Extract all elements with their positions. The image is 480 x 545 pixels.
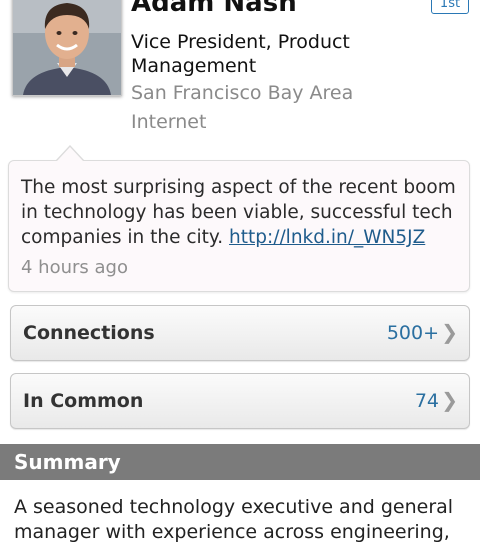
- connection-degree-badge: 1st: [431, 0, 469, 14]
- in-common-row[interactable]: In Common 74 ❯: [10, 373, 470, 429]
- in-common-label: In Common: [23, 390, 144, 412]
- summary-title: Summary: [14, 450, 121, 474]
- connections-count: 500+: [386, 322, 439, 344]
- in-common-count: 74: [414, 390, 439, 412]
- share-pointer-fill: [57, 147, 83, 161]
- chevron-right-icon: ❯: [441, 320, 458, 344]
- profile-name: Adam Nash: [131, 0, 297, 18]
- summary-section-header: Summary: [0, 444, 480, 480]
- profile-industry: Internet: [131, 111, 207, 133]
- share-link[interactable]: http://lnkd.in/_WN5JZ: [229, 227, 425, 248]
- share-text: The most surprising aspect of the recent…: [21, 175, 461, 250]
- share-timestamp: 4 hours ago: [21, 257, 128, 278]
- person-photo-icon: [13, 0, 121, 95]
- profile-header: Adam Nash 1st Vice President, Product Ma…: [0, 0, 480, 150]
- connections-row[interactable]: Connections 500+ ❯: [10, 305, 470, 361]
- avatar[interactable]: [12, 0, 122, 96]
- profile-title: Vice President, Product Management: [131, 31, 350, 77]
- recent-share-card[interactable]: The most surprising aspect of the recent…: [8, 160, 470, 292]
- summary-text: A seasoned technology executive and gene…: [14, 496, 454, 543]
- chevron-right-icon: ❯: [441, 388, 458, 412]
- connections-label: Connections: [23, 322, 155, 344]
- profile-location: San Francisco Bay Area: [131, 82, 354, 104]
